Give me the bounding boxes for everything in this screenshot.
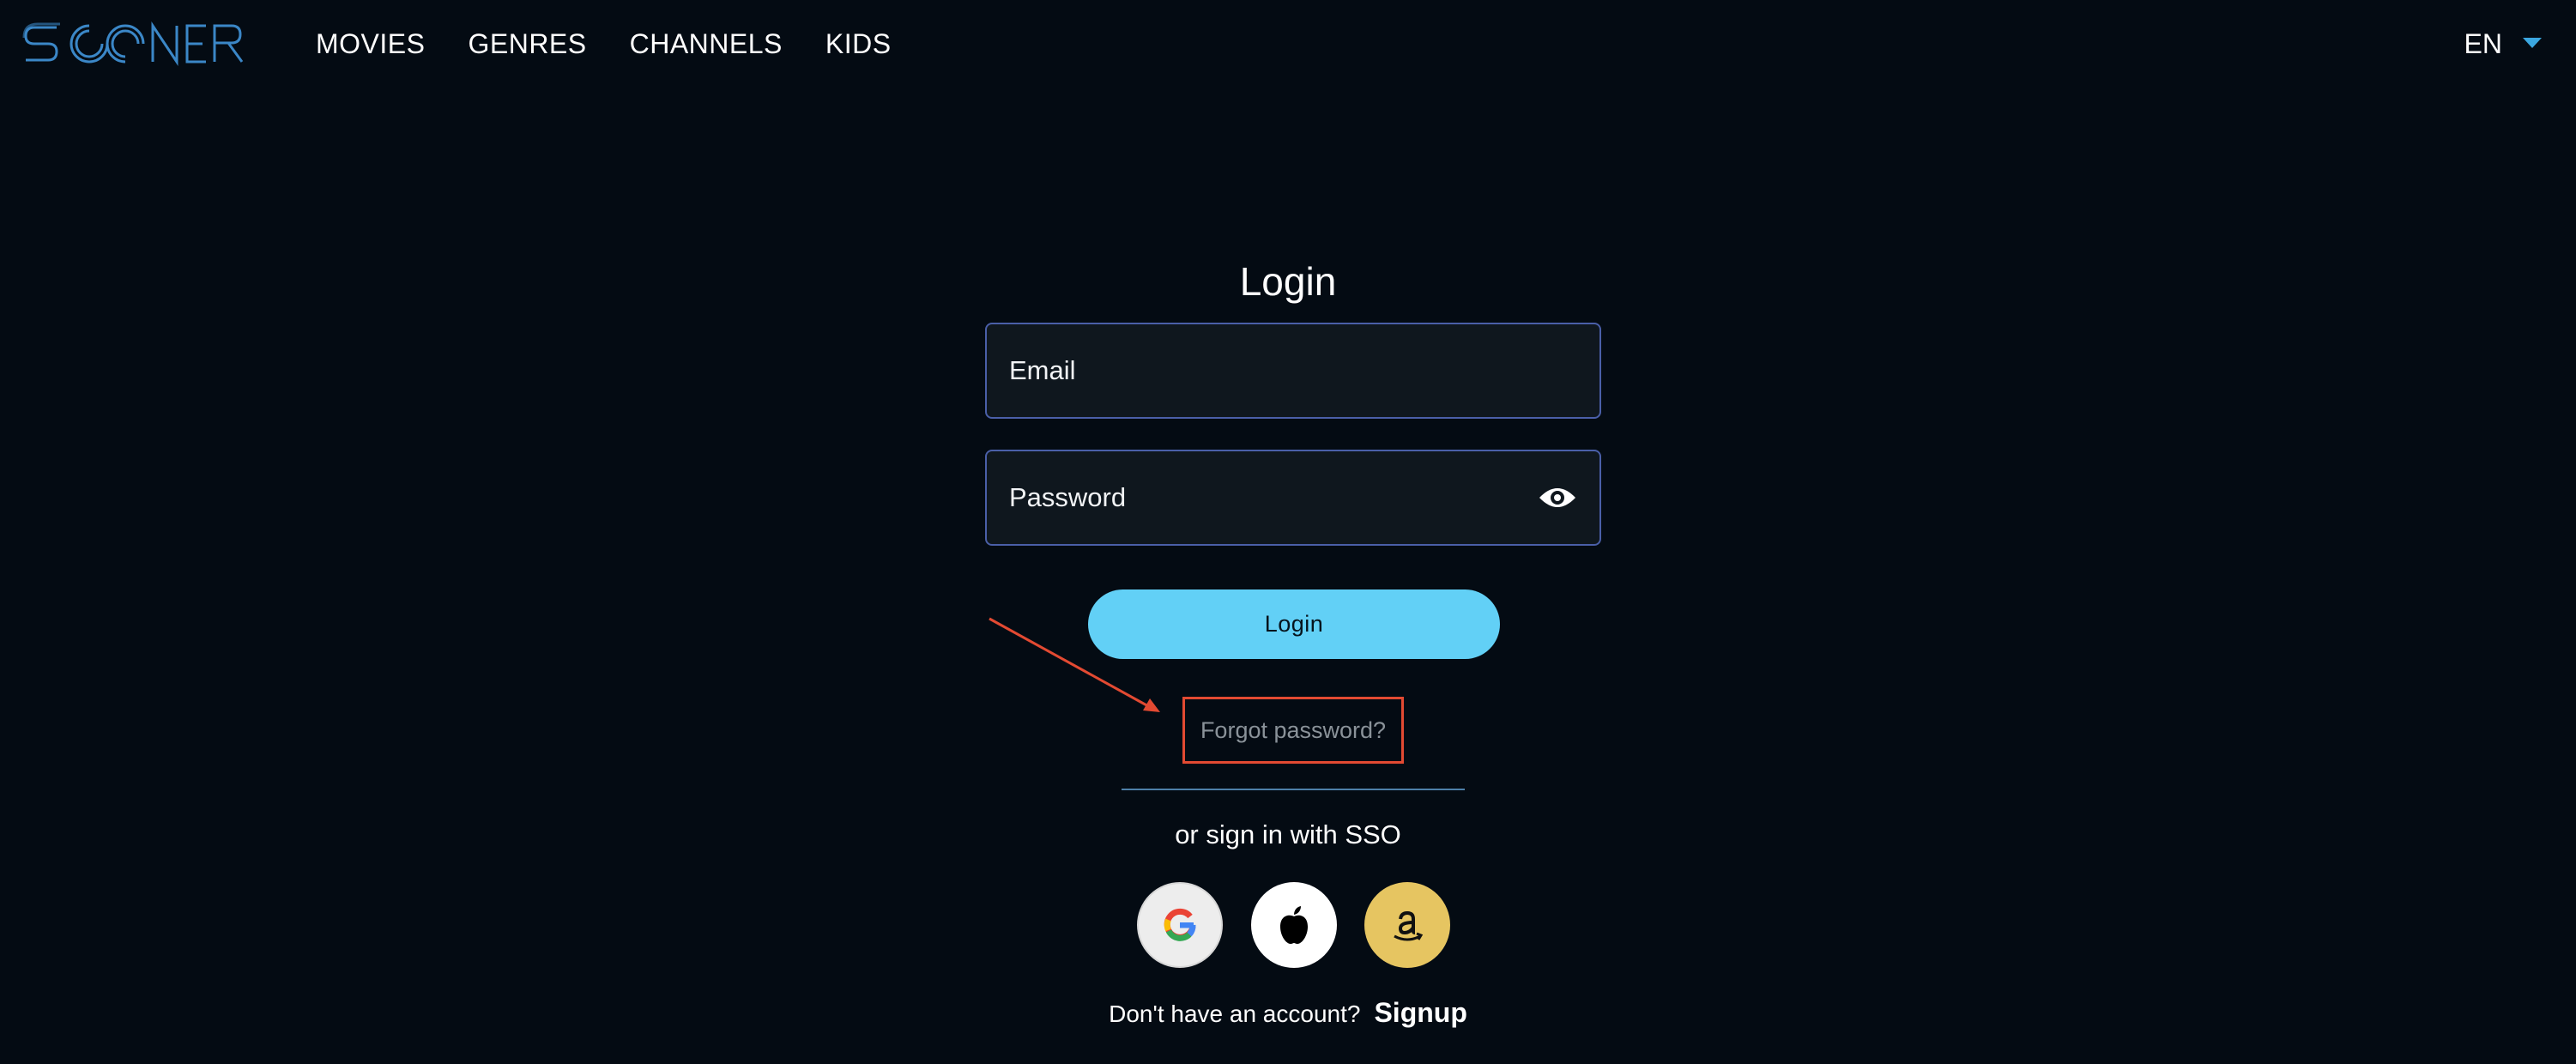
amazon-icon [1394, 910, 1424, 941]
language-selector[interactable]: EN [2464, 24, 2542, 63]
nav-item-channels[interactable]: CHANNELS [630, 24, 783, 63]
login-title: Login [1239, 259, 1337, 304]
main-nav: MOVIES GENRES CHANNELS KIDS [316, 24, 892, 63]
nav-item-kids[interactable]: KIDS [825, 24, 892, 63]
signup-prompt: Don't have an account? [1109, 1001, 1361, 1027]
annotation-arrow [989, 617, 1160, 712]
email-field[interactable] [985, 323, 1601, 419]
signup-link[interactable]: Signup [1374, 997, 1466, 1029]
eye-icon[interactable] [1538, 484, 1577, 511]
forgot-password-link[interactable]: Forgot password? [1182, 697, 1404, 764]
chevron-down-icon [2523, 38, 2542, 48]
apple-sso-button[interactable] [1251, 882, 1337, 968]
amazon-sso-button[interactable] [1364, 882, 1450, 968]
password-input[interactable] [1009, 482, 1538, 513]
google-sso-button[interactable] [1137, 882, 1223, 968]
divider [1122, 789, 1465, 790]
sooner-logo[interactable] [22, 19, 245, 69]
email-input[interactable] [1009, 355, 1577, 386]
google-icon [1164, 908, 1196, 941]
nav-item-movies[interactable]: MOVIES [316, 24, 425, 63]
sso-label: or sign in with SSO [1175, 819, 1401, 849]
apple-icon [1280, 906, 1308, 944]
signup-row: Don't have an account? Signup [0, 997, 2576, 1029]
language-label: EN [2464, 28, 2502, 59]
top-bar: MOVIES GENRES CHANNELS KIDS EN [0, 0, 2576, 89]
nav-item-genres[interactable]: GENRES [468, 24, 586, 63]
password-field[interactable] [985, 450, 1601, 546]
